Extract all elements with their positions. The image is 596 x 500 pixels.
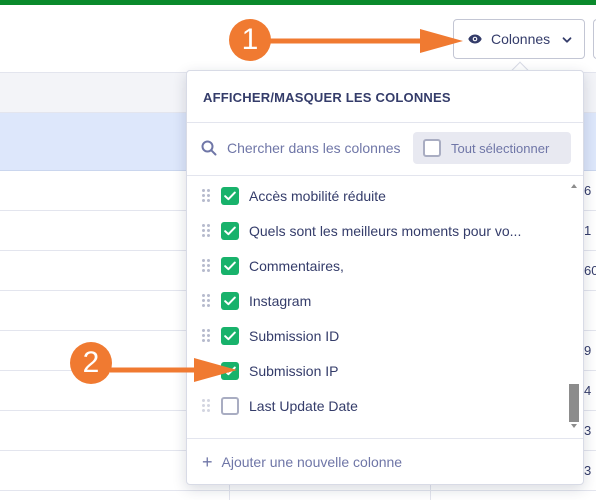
cell-value: 3 — [584, 423, 592, 438]
drag-handle-icon[interactable] — [202, 293, 210, 308]
panel-title: AFFICHER/MASQUER LES COLONNES — [203, 90, 451, 105]
column-checkbox[interactable] — [221, 291, 239, 310]
cell-value: 60 — [584, 263, 596, 278]
select-all-checkbox[interactable] — [423, 139, 441, 157]
drag-handle-icon[interactable] — [202, 328, 210, 343]
cell-value: 3 — [584, 463, 592, 478]
column-list: Accès mobilité réduite Quels sont les me… — [187, 176, 583, 438]
column-item[interactable]: Submission ID — [187, 318, 569, 353]
callout-arrow-1 — [270, 29, 463, 53]
cell-value: 4 — [584, 383, 592, 398]
divider — [187, 122, 583, 123]
column-label: Last Update Date — [249, 397, 358, 414]
column-search — [201, 135, 411, 161]
callout-badge-1: 1 — [229, 19, 271, 61]
columns-button-label: Colonnes — [491, 31, 551, 47]
callout-badge-2: 2 — [70, 342, 112, 384]
cell-value: 1 — [584, 223, 592, 238]
column-checkbox[interactable] — [221, 186, 239, 205]
chevron-down-icon — [562, 32, 572, 50]
show-hide-columns-panel: AFFICHER/MASQUER LES COLONNES Tout sélec… — [186, 70, 584, 485]
drag-handle-icon[interactable] — [202, 258, 210, 273]
plus-icon: + — [202, 452, 213, 472]
add-column-button[interactable]: + Ajouter une nouvelle colonne — [202, 452, 403, 472]
column-item[interactable]: Submission IP — [187, 353, 569, 388]
column-item[interactable]: Instagram — [187, 283, 569, 318]
search-icon — [201, 140, 217, 156]
drag-handle-icon[interactable] — [202, 223, 210, 238]
select-all-toggle[interactable]: Tout sélectionner — [413, 132, 571, 164]
column-search-input[interactable] — [227, 140, 402, 156]
column-label: Accès mobilité réduite — [249, 187, 386, 204]
drag-handle-icon[interactable] — [202, 188, 210, 203]
select-all-label: Tout sélectionner — [451, 140, 550, 156]
column-label: Quels sont les meilleurs moments pour vo… — [249, 222, 522, 239]
column-item[interactable]: Quels sont les meilleurs moments pour vo… — [187, 213, 569, 248]
cell-value: 6 — [584, 183, 592, 198]
cell-value: 9 — [584, 343, 592, 358]
column-item[interactable]: Accès mobilité réduite — [187, 178, 569, 213]
column-label: Submission IP — [249, 362, 339, 379]
scrollbar-thumb[interactable] — [569, 384, 579, 422]
column-label: Instagram — [249, 292, 312, 309]
column-label: Submission ID — [249, 327, 340, 344]
add-column-label: Ajouter une nouvelle colonne — [221, 454, 403, 470]
column-label: Commentaires, — [249, 257, 344, 274]
column-checkbox[interactable] — [221, 221, 239, 240]
columns-button[interactable]: Colonnes — [453, 19, 585, 59]
drag-handle-icon[interactable] — [202, 398, 210, 413]
divider — [187, 438, 583, 439]
callout-arrow-2 — [110, 358, 237, 382]
column-item[interactable]: Commentaires, — [187, 248, 569, 283]
column-item[interactable]: Last Update Date — [187, 388, 569, 423]
column-checkbox[interactable] — [221, 326, 239, 345]
column-checkbox[interactable] — [221, 256, 239, 275]
eye-icon — [468, 34, 482, 44]
column-checkbox[interactable] — [221, 396, 239, 415]
